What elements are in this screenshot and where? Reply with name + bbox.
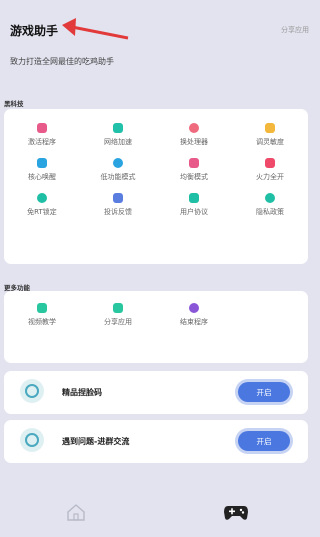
tech-item-label: 低功能模式 [100, 173, 136, 181]
share-app-link[interactable]: 分享应用 [281, 25, 309, 35]
group-chat-row[interactable]: 遇到问题-进群交流 开启 [4, 420, 308, 463]
video-icon [37, 303, 47, 313]
more-item[interactable]: 视频教学 [4, 303, 80, 327]
tech-item-label: 网络加速 [104, 138, 132, 146]
face-code-row[interactable]: 精品捏脸码 开启 [4, 371, 308, 414]
tech-item[interactable]: 隐私政策 [232, 193, 308, 217]
more-item[interactable]: 结束程序 [156, 303, 232, 327]
network-icon [113, 123, 123, 133]
page-subtitle: 致力打造全网最佳的吃鸡助手 [10, 57, 114, 66]
tech-item-label: 免RT锁定 [27, 208, 57, 216]
sensitivity-icon [265, 123, 275, 133]
face-code-open-button[interactable]: 开启 [238, 382, 290, 402]
activate-icon [37, 123, 47, 133]
privacy-icon [265, 193, 275, 203]
tech-item[interactable]: 投诉反馈 [80, 193, 156, 217]
tech-item-label: 调灵敏度 [256, 138, 284, 146]
tech-item[interactable]: 免RT锁定 [4, 193, 80, 217]
feedback-icon [113, 193, 123, 203]
lowpower-icon [113, 158, 123, 168]
app-title: 游戏助手 [10, 24, 59, 38]
tech-item-label: 均衡模式 [180, 173, 208, 181]
more-grid: 视频教学 分享应用 结束程序 [4, 291, 308, 363]
tech-item[interactable]: 用户协议 [156, 193, 232, 217]
face-icon [20, 379, 44, 403]
exit-icon [189, 303, 199, 313]
tech-grid: 激活程序 网络加速 换处理器 调灵敏度核心唤醒 低功能模式 均衡模式 火力全开免RT锁定 投诉… [4, 109, 308, 264]
face-code-title: 精品捏脸码 [62, 388, 102, 397]
bottom-nav [0, 485, 317, 537]
tech-item[interactable]: 换处理器 [156, 123, 232, 147]
tech-item[interactable]: 激活程序 [4, 123, 80, 147]
cpu-icon [189, 123, 199, 133]
rt-lock-icon [37, 193, 47, 203]
share-icon [113, 303, 123, 313]
agreement-icon [189, 193, 199, 203]
tech-item-label: 隐私政策 [256, 208, 284, 216]
tech-card: 激活程序 网络加速 换处理器 调灵敏度核心唤醒 低功能模式 均衡模式 火力全开免RT锁定 投诉… [4, 109, 308, 264]
tech-item-label: 用户协议 [180, 208, 208, 216]
balance-icon [189, 158, 199, 168]
fire-icon [265, 158, 275, 168]
tech-item[interactable]: 火力全开 [232, 158, 308, 182]
tech-item-label: 换处理器 [180, 138, 208, 146]
core-icon [37, 158, 47, 168]
more-item-label: 结束程序 [180, 318, 208, 326]
tech-item[interactable]: 调灵敏度 [232, 123, 308, 147]
chat-group-icon [20, 428, 44, 452]
home-icon[interactable] [66, 503, 86, 521]
group-chat-open-button[interactable]: 开启 [238, 431, 290, 451]
more-item-label: 视频教学 [28, 318, 56, 326]
more-card: 视频教学 分享应用 结束程序 [4, 291, 308, 363]
tech-item[interactable]: 网络加速 [80, 123, 156, 147]
more-item-label: 分享应用 [104, 318, 132, 326]
more-item[interactable]: 分享应用 [80, 303, 156, 327]
tech-item-label: 投诉反馈 [104, 208, 132, 216]
red-arrow-annotation [62, 18, 129, 40]
tech-item-label: 火力全开 [256, 173, 284, 181]
section-label-tech: 黑科技 [4, 100, 24, 108]
header: 游戏助手 分享应用 致力打造全网最佳的吃鸡助手 [0, 0, 317, 92]
tech-item-label: 核心唤醒 [28, 173, 56, 181]
tech-item-label: 激活程序 [28, 138, 56, 146]
tech-item[interactable]: 核心唤醒 [4, 158, 80, 182]
group-chat-title: 遇到问题-进群交流 [62, 437, 130, 446]
gamepad-icon[interactable] [224, 503, 248, 521]
tech-item[interactable]: 均衡模式 [156, 158, 232, 182]
tech-item[interactable]: 低功能模式 [80, 158, 156, 182]
